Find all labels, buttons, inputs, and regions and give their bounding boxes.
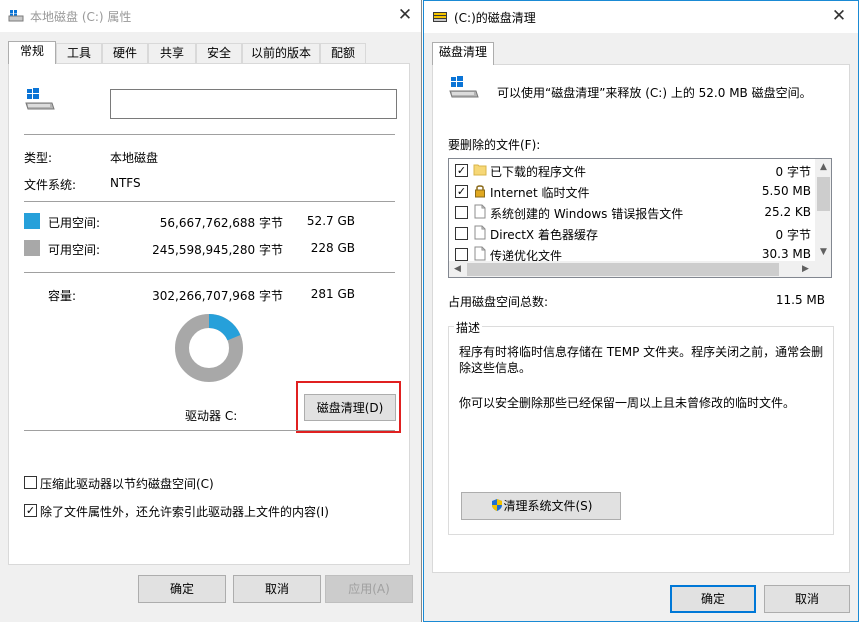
tab-disk-cleanup[interactable]: 磁盘清理 [432,42,494,65]
properties-titlebar[interactable]: 本地磁盘 (C:) 属性 ✕ [0,0,421,32]
clean-system-files-button[interactable]: 清理系统文件(S) [461,492,621,520]
cleanup-window: (C:)的磁盘清理 ✕ 磁盘清理 可以使用“磁盘清理”来释放 (C:) 上的 5… [423,0,859,622]
file-size: 0 字节 [775,228,811,242]
ok-button[interactable]: 确定 [138,575,226,603]
cleanup-drive-icon [433,12,447,22]
scroll-left-icon[interactable]: ◀ [449,264,466,274]
file-name: 系统创建的 Windows 错误报告文件 [490,207,684,221]
drive-large-icon [25,88,55,110]
free-label: 可用空间: [48,243,101,257]
files-list[interactable]: ✓ 已下载的程序文件 0 字节 ✓ Internet 临时文件 5.50 MB 系统创建的 … [448,158,832,278]
file-size: 5.50 MB [761,184,811,198]
index-label[interactable]: 除了文件属性外，还允许索引此驱动器上文件的内容(I) [40,503,329,520]
divider [24,134,395,135]
close-icon[interactable]: ✕ [390,4,420,26]
file-checkbox[interactable]: ✓ [455,164,468,177]
tab-general[interactable]: 常规 [8,41,56,64]
tab-sharing[interactable]: 共享 [148,43,196,63]
file-icon [474,225,486,240]
file-row[interactable]: ✓ 已下载的程序文件 0 字节 [449,159,819,180]
fs-label: 文件系统: [24,178,77,192]
window-title: (C:)的磁盘清理 [454,11,536,25]
properties-window: 本地磁盘 (C:) 属性 ✕ 常规 工具 硬件 共享 安全 以前的版本 配额 类… [0,0,422,622]
file-name: Internet 临时文件 [490,186,590,200]
lock-icon [475,185,485,198]
used-bytes: 56,667,762,688 字节 [159,216,283,230]
description-label: 描述 [454,319,483,336]
description-text-2: 你可以安全删除那些已经保留一周以上且未曾修改的临时文件。 [459,396,796,410]
cancel-button[interactable]: 取消 [764,585,850,613]
used-size: 52.7 GB [306,214,355,228]
close-icon[interactable]: ✕ [824,5,854,27]
tab-security[interactable]: 安全 [196,43,242,63]
used-space-swatch [24,213,40,229]
file-checkbox[interactable] [455,227,468,240]
compress-label[interactable]: 压缩此驱动器以节约磁盘空间(C) [40,475,214,492]
horizontal-scrollbar[interactable]: ◀ ▶ [449,261,831,277]
divider [24,201,395,202]
file-size: 30.3 MB [761,247,811,261]
file-size: 0 字节 [775,165,811,179]
scroll-thumb[interactable] [467,263,779,276]
cleanup-titlebar[interactable]: (C:)的磁盘清理 ✕ [424,1,858,33]
scroll-up-icon[interactable]: ▲ [815,162,831,172]
files-label: 要删除的文件(F): [448,138,541,152]
file-checkbox[interactable]: ✓ [455,185,468,198]
divider [24,272,395,273]
scroll-right-icon[interactable]: ▶ [797,264,814,274]
folder-icon [473,164,487,176]
divider [24,430,395,431]
file-icon [474,246,486,261]
type-label: 类型: [24,151,53,165]
volume-name-input[interactable] [110,89,397,119]
description-text: 程序有时将临时信息存储在 TEMP 文件夹。程序关闭之前，通常会删除这些信息。 [459,345,824,375]
file-icon [474,204,486,219]
shield-icon [491,499,502,511]
free-bytes: 245,598,945,280 字节 [152,243,283,257]
vertical-scrollbar[interactable]: ▲ ▼ [815,159,831,261]
used-label: 已用空间: [48,216,101,230]
drive-icon [8,10,24,22]
tab-quota[interactable]: 配额 [320,43,366,63]
ok-button[interactable]: 确定 [670,585,756,613]
drive-large-icon [449,76,479,98]
scroll-down-icon[interactable]: ▼ [815,247,831,257]
usage-donut-chart [175,314,243,382]
tab-strip: 磁盘清理 [432,42,632,65]
total-label: 占用磁盘空间总数: [448,295,549,309]
cancel-button[interactable]: 取消 [233,575,321,603]
window-title: 本地磁盘 (C:) 属性 [30,10,132,24]
scroll-thumb[interactable] [817,177,830,211]
file-name: 已下载的程序文件 [490,165,587,179]
tab-previous-versions[interactable]: 以前的版本 [242,43,320,63]
tab-tools[interactable]: 工具 [56,43,102,63]
file-size: 25.2 KB [764,205,811,219]
file-row[interactable]: 系统创建的 Windows 错误报告文件 25.2 KB [449,201,819,222]
file-row[interactable]: ✓ Internet 临时文件 5.50 MB [449,180,819,201]
intro-text: 可以使用“磁盘清理”来释放 (C:) 上的 52.0 MB 磁盘空间。 [497,86,812,100]
tab-hardware[interactable]: 硬件 [102,43,148,63]
type-value: 本地磁盘 [110,151,159,165]
capacity-bytes: 302,266,707,968 字节 [152,289,283,303]
tab-strip: 常规 工具 硬件 共享 安全 以前的版本 配额 [8,41,408,64]
capacity-label: 容量: [48,289,77,303]
index-checkbox[interactable]: ✓ [24,504,37,517]
capacity-size: 281 GB [310,287,355,301]
file-name: DirectX 着色器缓存 [490,228,598,242]
free-space-swatch [24,240,40,256]
fs-value: NTFS [110,176,141,190]
compress-checkbox[interactable] [24,476,37,489]
disk-cleanup-button[interactable]: 磁盘清理(D) [304,394,396,421]
file-checkbox[interactable] [455,206,468,219]
apply-button[interactable]: 应用(A) [325,575,413,603]
file-checkbox[interactable] [455,248,468,261]
free-size: 228 GB [310,241,355,255]
file-row[interactable]: DirectX 着色器缓存 0 字节 [449,222,819,243]
total-value: 11.5 MB [775,293,825,307]
clean-system-files-label: 清理系统文件(S) [503,499,593,513]
drive-label: 驱动器 C: [185,409,238,423]
